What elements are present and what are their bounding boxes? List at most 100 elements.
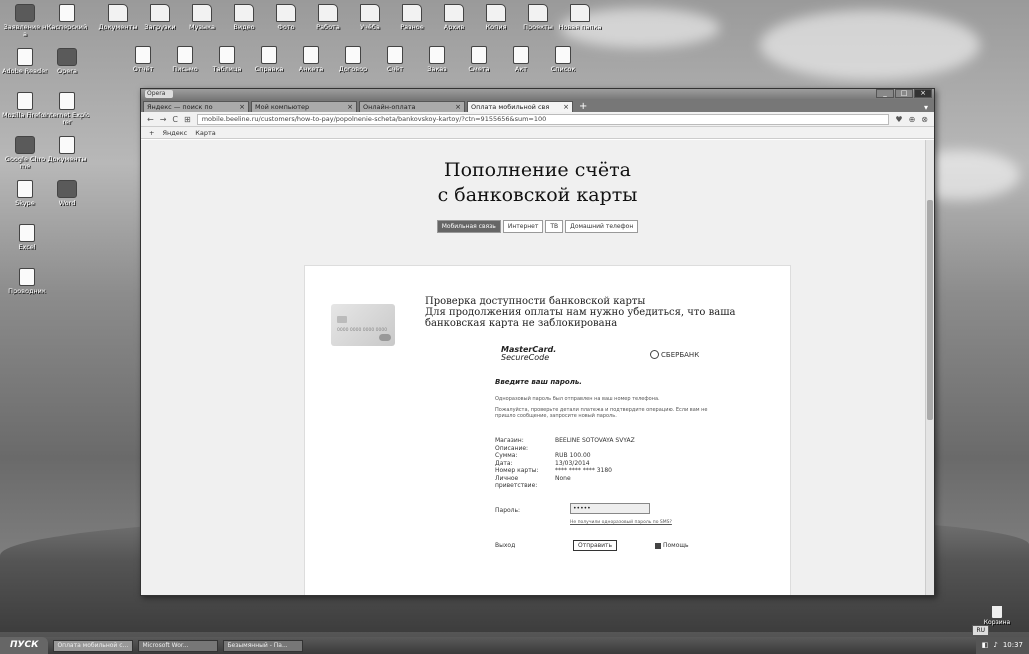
desktop-document[interactable]: Список (540, 46, 586, 73)
transaction-details: Магазин: BEELINE SOTOVAYA SVYAZ Описание: С… (495, 437, 635, 490)
detail-row: Дата: 13/03/2014 (495, 460, 635, 468)
app-icon (57, 180, 77, 198)
new-tab-button[interactable]: + (575, 102, 591, 112)
desktop-document[interactable]: Справка (246, 46, 292, 73)
tab-close-icon[interactable]: × (239, 102, 245, 112)
payment-tab[interactable]: ТВ (545, 220, 564, 233)
desktop-icon[interactable]: Заявление на (2, 4, 48, 38)
desktop-icon[interactable]: Google Chrome (2, 136, 48, 170)
desktop-icon-label: Касперский (46, 24, 88, 31)
url-input[interactable]: mobile.beeline.ru/customers/how-to-pay/p… (196, 113, 890, 125)
desktop-document[interactable]: Счёт (372, 46, 418, 73)
add-bookmark-button[interactable]: + (149, 129, 154, 137)
start-button[interactable]: ПУСК (0, 637, 49, 654)
desktop-document[interactable]: Акт (498, 46, 544, 73)
volume-icon[interactable]: ♪ (993, 637, 997, 654)
forward-button[interactable]: → (160, 115, 167, 124)
browser-titlebar[interactable]: Opera _ □ × (141, 89, 934, 99)
reload-button[interactable]: C (172, 115, 178, 124)
desktop-folder[interactable]: Загрузки (137, 4, 183, 31)
desktop-folder[interactable]: Музыка (179, 4, 225, 31)
desktop-icon[interactable]: Skype (2, 180, 48, 207)
desktop-folder[interactable]: Проекты (515, 4, 561, 31)
taskbar-item[interactable]: Microsoft Wor... (138, 639, 219, 652)
page-viewport: Пополнение счёта с банковской карты Моби… (141, 140, 934, 595)
clock[interactable]: 10:37 (1003, 637, 1023, 654)
app-icon (15, 4, 35, 22)
taskbar-item[interactable]: Оплата мобильной с... (53, 639, 134, 652)
document-icon (219, 46, 235, 64)
desktop-icon-label: Работа (316, 24, 340, 31)
folder-icon (444, 4, 464, 22)
back-button[interactable]: ← (147, 115, 154, 124)
language-indicator[interactable]: RU (972, 625, 989, 636)
bookmark-map[interactable]: Карта (195, 129, 216, 137)
address-bar: ← → C ⊞ mobile.beeline.ru/customers/how-… (141, 112, 934, 127)
desktop-icon-label: Учёба (360, 24, 380, 31)
page-scrollbar[interactable] (925, 140, 934, 595)
tab-menu-icon[interactable]: ▾ (924, 103, 934, 112)
desktop-folder[interactable]: Новая папка (557, 4, 603, 31)
desktop-icon-label: Mozilla Firefox (2, 112, 48, 119)
tab-close-icon[interactable]: × (563, 102, 569, 112)
desktop-folder[interactable]: Учёба (347, 4, 393, 31)
desktop-folder[interactable]: Документы (95, 4, 141, 31)
desktop-folder[interactable]: Видео (221, 4, 267, 31)
resend-password-link[interactable]: Не получили одноразовый пароль по SMS? (570, 520, 672, 525)
bookmark-yandex[interactable]: Яндекс (162, 129, 187, 137)
payment-tab[interactable]: Домашний телефон (565, 220, 639, 233)
desktop-document[interactable]: Таблица (204, 46, 250, 73)
browser-tab[interactable]: Яндекс — поиск по × (143, 101, 249, 112)
taskbar-item[interactable]: Безымянный - Па... (223, 639, 304, 652)
desktop-icon[interactable]: Internet Explorer (44, 92, 90, 126)
desktop-icon[interactable]: Документы (44, 136, 90, 163)
opera-menu-button[interactable]: Opera (145, 90, 173, 98)
desktop-icon[interactable]: Adobe Reader (2, 48, 48, 75)
verify-heading: Проверка доступности банковской карты (425, 296, 646, 307)
desktop-folder[interactable]: Архив (431, 4, 477, 31)
tab-close-icon[interactable]: × (347, 102, 353, 112)
desktop-document[interactable]: Анкета (288, 46, 334, 73)
submit-button[interactable]: Отправить (573, 540, 618, 551)
payment-tab[interactable]: Интернет (502, 220, 544, 233)
desktop-document[interactable]: Заказ (414, 46, 460, 73)
browser-tab[interactable]: Оплата мобильной свя × (467, 101, 573, 112)
browser-tab[interactable]: Онлайн-оплата × (359, 101, 465, 112)
bookmark-heart-icon[interactable]: ♥ (895, 115, 902, 124)
minimize-button[interactable]: _ (876, 89, 894, 98)
desktop-folder[interactable]: Копия (473, 4, 519, 31)
browser-tab[interactable]: Мой компьютер × (251, 101, 357, 112)
desktop-document[interactable]: Отчёт (120, 46, 166, 73)
desktop-document[interactable]: Смета (456, 46, 502, 73)
download-icon[interactable]: ⊕ (909, 115, 916, 124)
maximize-button[interactable]: □ (895, 89, 913, 98)
desktop-icon-label: Акт (514, 66, 528, 73)
desktop-document[interactable]: Договор (330, 46, 376, 73)
extensions-icon[interactable]: ⊗ (921, 115, 928, 124)
password-input[interactable]: ••••• (570, 503, 650, 514)
recycle-bin[interactable]: Корзина (977, 605, 1017, 626)
password-label: Пароль: (495, 507, 521, 514)
scrollbar-thumb[interactable] (927, 200, 933, 420)
desktop-icon[interactable]: Mozilla Firefox (2, 92, 48, 119)
desktop-icon[interactable]: Word (44, 180, 90, 207)
desktop-folder[interactable]: Работа (305, 4, 351, 31)
desktop-icon-label: Смета (468, 66, 490, 73)
close-button[interactable]: × (914, 89, 932, 98)
help-icon (655, 542, 661, 549)
speed-dial-icon[interactable]: ⊞ (184, 115, 191, 124)
help-button[interactable]: Помощь (655, 542, 689, 549)
desktop-icon[interactable]: Проводник (4, 268, 50, 295)
tab-close-icon[interactable]: × (455, 102, 461, 112)
desktop-document[interactable]: Письмо (162, 46, 208, 73)
network-icon[interactable]: ◧ (982, 637, 989, 654)
exit-button[interactable]: Выход (495, 542, 515, 549)
desktop-icon[interactable]: Opera (44, 48, 90, 75)
tab-label: Онлайн-оплата (363, 103, 416, 111)
desktop-icon[interactable]: Excel (4, 224, 50, 251)
desktop-folder[interactable]: Разное (389, 4, 435, 31)
desktop-folder[interactable]: Фото (263, 4, 309, 31)
bank-logo-icon (650, 350, 659, 359)
payment-tab[interactable]: Мобильная связь (436, 220, 501, 233)
desktop-icon[interactable]: Касперский (44, 4, 90, 31)
